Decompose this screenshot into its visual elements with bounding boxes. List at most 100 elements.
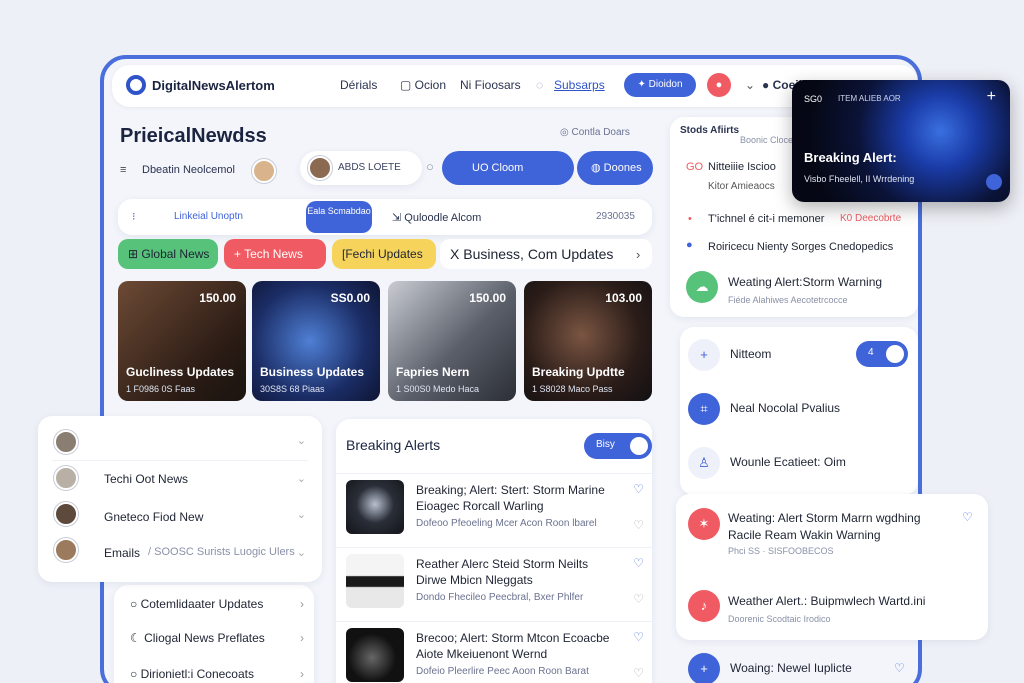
tile-1-sub: 1 F0986 0S Faas <box>126 384 196 394</box>
search-input[interactable]: ABDS LOETE <box>338 162 401 173</box>
header-pill-button[interactable]: ✦ Dioidon <box>624 73 696 97</box>
refresh-icon[interactable]: ○ <box>426 159 434 174</box>
news-tile-3[interactable]: 150.00 Fapries Nern 1 S00S0 Medo Haca <box>388 281 516 401</box>
emails-sub-text: SOOSC Surists Luogic Ulers <box>154 546 295 558</box>
news-tile-1[interactable]: 150.00 Gucliness Updates 1 F0986 0S Faas <box>118 281 246 401</box>
nav-item-1[interactable]: Dérials <box>340 78 377 92</box>
side-row[interactable]: T'ichnel é cit-i memoner <box>708 213 824 225</box>
heart-outline-icon[interactable]: ♡ <box>633 592 644 606</box>
avatar <box>54 430 78 454</box>
side-row-alert: K0 Deecobrte <box>840 213 902 224</box>
brand-name: DigitalNewsAlertom <box>152 78 275 93</box>
weather-alert-title[interactable]: Weather Alert.: Buipmwlech Wartd.ini <box>728 594 925 608</box>
alert-row[interactable]: Brecoo; Alert: Storm Mtcon Ecoacbe Aiote… <box>336 621 652 683</box>
control-label-text: Contla Doars <box>571 127 630 138</box>
nav-item-subscriptions[interactable]: Subsarps <box>554 78 605 92</box>
weather-alerts-panel: ✶ Weating: Alert Storm Marrn wgdhing Rac… <box>676 494 988 640</box>
setting-label[interactable]: Wounle Ecatieet: Oim <box>730 455 846 469</box>
bottom-right-title[interactable]: Woaing: Newel Iuplicte <box>730 661 852 675</box>
breaking-alerts-toggle[interactable]: Bisy <box>584 433 652 459</box>
toggle-knob <box>630 437 648 455</box>
toggle-label: Bisy <box>596 439 615 450</box>
updates-middle[interactable]: ⇲ Quloodle Alcom <box>392 211 481 224</box>
avatar[interactable] <box>252 159 276 183</box>
left-list-item-label: Dirionietl:i Conecoats <box>140 667 254 681</box>
left-list-item[interactable]: ○ Dirionietl:i Conecoats <box>130 667 254 681</box>
setting-toggle-label: 4 <box>868 347 874 358</box>
info-icon: ● <box>686 239 693 251</box>
side-title-sub: Boonic Cloces <box>740 135 798 145</box>
chevron-right-icon[interactable]: › <box>300 631 304 645</box>
chip-global-news[interactable]: ⊞ Global News <box>118 239 218 269</box>
filter-label: Dbeatin Neolcemol <box>142 164 235 176</box>
header-pill-label: Dioidon <box>648 79 683 90</box>
chip-business-updates[interactable]: X Business, Com Updates <box>440 239 652 269</box>
updates-left[interactable]: Linkeial Unoptn <box>174 211 243 222</box>
alert-row[interactable]: Reather Alerc Steid Storm Neilts Dirwe M… <box>336 547 652 613</box>
left-list-item[interactable]: ○ Cotemlidaater Updates <box>130 597 263 611</box>
chevron-right-icon[interactable]: › <box>300 597 304 611</box>
chip-tech-news[interactable]: + Tech News <box>224 239 326 269</box>
popup-item[interactable]: Emails <box>104 546 140 560</box>
heart-icon[interactable]: ♡ <box>633 630 644 644</box>
news-tile-4[interactable]: 103.00 Breaking Updtte 1 S8028 Maco Pass <box>524 281 652 401</box>
plus-icon: + <box>688 339 720 371</box>
alert-title: Reather Alerc Steid Storm Neilts Dirwe M… <box>416 557 589 587</box>
alert-sub: Dofeio Pleerlire Peec Aoon Roon Barat <box>416 666 589 677</box>
chevron-down-icon[interactable]: ⌄ <box>297 508 306 521</box>
circle-icon: ○ <box>130 597 141 611</box>
alert-row[interactable]: Breaking; Alert: Stert: Storm Marine Eio… <box>336 473 652 539</box>
chip-tech-news-label: Tech News <box>244 247 303 261</box>
left-list-item-label: Cotemlidaater Updates <box>140 597 264 611</box>
nav-item-3[interactable]: Ni Fioosars <box>460 78 521 92</box>
news-tile-2[interactable]: SS0.00 Business Updates 30S8S 68 Piaas <box>252 281 380 401</box>
heart-outline-icon[interactable]: ♡ <box>633 518 644 532</box>
updates-right: 2930035 <box>596 211 635 222</box>
chevron-down-icon[interactable]: ⌄ <box>297 546 306 559</box>
side-row[interactable]: Nitteiiie Iscioo <box>708 161 776 173</box>
chip-tech-updates[interactable]: [Fechi Updates <box>332 239 436 269</box>
breaking-alerts-panel: Breaking Alerts Bisy Breaking; Alert: St… <box>336 419 652 683</box>
primary-button-label: UO Cloom <box>472 162 524 174</box>
filter-menu-icon[interactable]: ≡ <box>120 164 126 176</box>
alert-dot-icon: • <box>688 213 692 225</box>
globe-icon: ⊞ <box>128 247 142 261</box>
left-list-item[interactable]: ☾ Cliogal News Preflates <box>130 631 265 645</box>
weather-card-title[interactable]: Weating Alert:Storm Warning <box>728 275 882 289</box>
weather-alert-title[interactable]: Weating: Alert Storm Marrn wgdhing Racil… <box>728 510 950 544</box>
side-row[interactable]: Roiricecu Nienty Sorges Cnedopedics <box>708 241 893 253</box>
secondary-button[interactable]: ◍ Doones <box>577 151 653 185</box>
weather-card-sub: Fiéde Alahiwes Aecotetrcocce <box>728 295 848 305</box>
settings-panel: + Nitteom 4 ⌗ Neal Nocolal Pvalius ♙ Wou… <box>680 327 918 495</box>
popup-item[interactable]: Gneteco Fiod New <box>104 510 203 524</box>
heart-icon[interactable]: ♡ <box>962 510 973 524</box>
updates-tag[interactable]: Eala Scmabdao <box>306 201 372 233</box>
tile-3-sub: 1 S00S0 Medo Haca <box>396 384 480 394</box>
pin-icon: ⁝ <box>132 211 136 223</box>
side-row[interactable]: Kitor Amieaocs <box>708 181 775 192</box>
setting-label[interactable]: Neal Nocolal Pvalius <box>730 401 840 415</box>
chevron-down-icon[interactable]: ⌄ <box>297 472 306 485</box>
search-box[interactable]: ABDS LOETE <box>300 151 422 185</box>
arrow-icon[interactable] <box>986 174 1002 190</box>
notif-title: Breaking Alert: <box>804 150 897 165</box>
heart-outline-icon[interactable]: ♡ <box>633 666 644 680</box>
primary-button[interactable]: UO Cloom <box>442 151 574 185</box>
search-avatar <box>308 156 332 180</box>
heart-icon[interactable]: ♡ <box>633 482 644 496</box>
popup-item[interactable]: Techi Oot News <box>104 472 188 486</box>
chevron-down-icon[interactable]: ⌄ <box>745 78 755 92</box>
chevron-down-icon[interactable]: ⌄ <box>297 434 306 447</box>
plus-icon[interactable]: + <box>987 88 996 106</box>
chevron-right-icon[interactable]: › <box>636 247 640 262</box>
notif-sub: Visbo Fheelell, II Wrrdening <box>804 174 915 184</box>
tile-4-sub: 1 S8028 Maco Pass <box>532 384 613 394</box>
setting-toggle[interactable]: 4 <box>856 341 908 367</box>
heart-icon[interactable]: ♡ <box>894 661 905 675</box>
heart-icon[interactable]: ♡ <box>633 556 644 570</box>
notification-icon[interactable]: ● <box>707 73 731 97</box>
notification-card[interactable]: SG0 ITEM ALIEB AOR + Breaking Alert: Vis… <box>792 80 1010 202</box>
chevron-right-icon[interactable]: › <box>300 667 304 681</box>
control-label[interactable]: ◎ Contla Doars <box>560 127 630 138</box>
nav-item-2[interactable]: ▢ Ocion <box>400 78 446 92</box>
